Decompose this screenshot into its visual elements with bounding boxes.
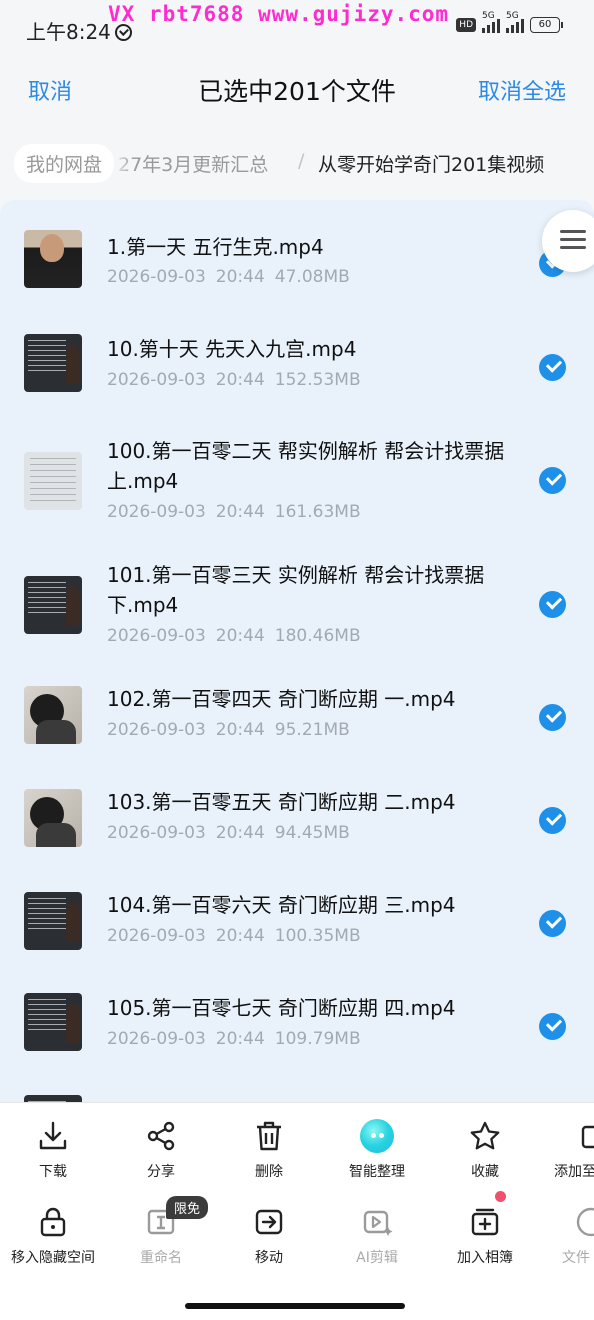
file-list: 1.第一天 五行生克.mp4 2026-09-03 20:44 47.08MB 10… — [0, 200, 594, 1102]
ai-clip-label: AI剪辑 — [356, 1250, 398, 1266]
file-row[interactable]: 100.第一百零二天 帮实例解析 帮会计找票据 上.mp4 2026-09-03… — [0, 436, 594, 526]
file-info-icon — [576, 1207, 594, 1237]
watermark-text: VX rbt7688 www.gujizy.com — [108, 2, 450, 26]
ai-clip-icon — [363, 1210, 393, 1236]
file-name: 100.第一百零二天 帮实例解析 帮会计找票据 上.mp4 — [107, 439, 505, 493]
file-name: 105.第一百零七天 奇门断应期 四.mp4 — [107, 996, 456, 1020]
add-to-label: 添加至 — [554, 1164, 594, 1180]
file-name: 103.第一百零五天 奇门断应期 二.mp4 — [107, 790, 456, 814]
file-name: 1.第一天 五行生克.mp4 — [107, 235, 324, 259]
file-name: 104.第一百零六天 奇门断应期 三.mp4 — [107, 893, 456, 917]
ai-organize-icon — [360, 1119, 394, 1153]
add-to-button[interactable]: 添加至 — [538, 1119, 594, 1181]
limited-free-badge: 限免 — [166, 1196, 209, 1219]
signal-icon: 5G — [482, 11, 500, 33]
move-button[interactable]: 移动 — [214, 1205, 324, 1267]
video-thumbnail — [24, 334, 82, 392]
delete-label: 删除 — [255, 1164, 283, 1180]
checked-icon[interactable] — [539, 591, 566, 618]
star-icon — [470, 1121, 500, 1150]
cancel-button[interactable]: 取消 — [28, 74, 72, 106]
file-row[interactable]: 105.第一百零七天 奇门断应期 四.mp4 2026-09-03 20:44 10… — [0, 993, 594, 1063]
dnd-icon — [114, 24, 132, 41]
video-thumbnail — [24, 892, 82, 950]
move-label: 移动 — [255, 1250, 283, 1266]
file-row[interactable]: 102.第一百零四天 奇门断应期 一.mp4 2026-09-03 20:44 95… — [0, 684, 594, 754]
video-thumbnail — [24, 230, 82, 288]
checked-icon[interactable] — [539, 704, 566, 731]
checked-icon[interactable] — [539, 807, 566, 834]
video-thumbnail — [24, 993, 82, 1051]
video-thumbnail — [24, 789, 82, 847]
clock-text: 上午8:24 — [26, 20, 111, 44]
add-to-album-button[interactable]: 加入相簿 — [430, 1205, 540, 1267]
signal-icon: 5G — [506, 11, 524, 33]
add-to-icon — [581, 1125, 594, 1149]
hd-icon: HD — [456, 18, 476, 32]
video-thumbnail — [24, 1095, 82, 1102]
hidden-space-label: 移入隐藏空间 — [11, 1250, 95, 1266]
file-meta: 2026-09-03 20:44 94.45MB — [107, 823, 350, 843]
checked-icon[interactable] — [539, 1013, 566, 1040]
file-meta: 2026-09-03 20:44 180.46MB — [107, 626, 361, 646]
file-meta: 2026-09-03 20:44 161.63MB — [107, 502, 361, 522]
status-icons: HD 5G 5G 60 — [456, 11, 563, 33]
share-button[interactable]: 分享 — [106, 1119, 216, 1181]
action-panel: 下载 分享 删除 智能整理 收藏 添加至 移入隐藏空间 重命名 移动 AI剪辑 — [0, 1102, 594, 1320]
file-row[interactable]: 103.第一百零五天 奇门断应期 二.mp4 2026-09-03 20:44 94… — [0, 787, 594, 857]
checked-icon[interactable] — [539, 354, 566, 381]
file-meta: 2026-09-03 20:44 152.53MB — [107, 370, 361, 390]
move-icon — [255, 1209, 283, 1235]
file-meta: 2026-09-03 20:44 95.21MB — [107, 720, 350, 740]
home-indicator[interactable] — [185, 1303, 405, 1309]
file-row[interactable]: 104.第一百零六天 奇门断应期 三.mp4 2026-09-03 20:44 10… — [0, 890, 594, 960]
favorite-button[interactable]: 收藏 — [430, 1119, 540, 1181]
add-to-album-label: 加入相簿 — [457, 1250, 513, 1266]
download-button[interactable]: 下载 — [0, 1119, 108, 1181]
breadcrumb-separator: / — [298, 150, 305, 172]
status-bar: 上午8:24 VX rbt7688 www.gujizy.com HD 5G 5… — [0, 0, 594, 56]
rename-label: 重命名 — [140, 1250, 182, 1266]
file-meta: 2026-09-03 20:44 109.79MB — [107, 1029, 361, 1049]
breadcrumb-current: 从零开始学奇门201集视频 — [318, 154, 545, 176]
file-name: 101.第一百零三天 实例解析 帮会计找票据下.mp4 — [107, 563, 485, 617]
file-row[interactable]: 1.第一天 五行生克.mp4 2026-09-03 20:44 47.08MB — [0, 230, 594, 300]
checked-icon[interactable] — [539, 910, 566, 937]
file-info-button[interactable]: 文件 — [538, 1205, 594, 1267]
breadcrumb: 27年3月更新汇总 / 从零开始学奇门201集视频 我的网盘 — [0, 140, 594, 188]
battery-icon: 60 — [530, 17, 563, 33]
file-meta: 2026-09-03 20:44 47.08MB — [107, 267, 350, 287]
file-meta: 2026-09-03 20:44 100.35MB — [107, 926, 361, 946]
favorite-label: 收藏 — [471, 1164, 499, 1180]
smart-organize-label: 智能整理 — [349, 1164, 405, 1180]
selection-header: 已选中201个文件 取消 取消全选 — [0, 56, 594, 120]
checked-icon[interactable] — [539, 467, 566, 494]
breadcrumb-root[interactable]: 我的网盘 — [14, 144, 115, 183]
smart-organize-button[interactable]: 智能整理 — [322, 1119, 432, 1181]
lock-icon — [40, 1207, 66, 1237]
download-icon — [39, 1121, 67, 1150]
share-label: 分享 — [147, 1164, 175, 1180]
ai-clip-button[interactable]: AI剪辑 — [322, 1205, 432, 1267]
deselect-all-button[interactable]: 取消全选 — [478, 74, 566, 106]
album-add-icon — [471, 1208, 499, 1236]
delete-button[interactable]: 删除 — [214, 1119, 324, 1181]
file-row[interactable]: 101.第一百零三天 实例解析 帮会计找票据下.mp4 2026-09-03 20… — [0, 560, 594, 650]
breadcrumb-folder[interactable]: 27年3月更新汇总 — [118, 150, 268, 177]
notification-dot — [495, 1191, 506, 1202]
video-thumbnail — [24, 686, 82, 744]
video-thumbnail — [24, 452, 82, 510]
file-name: 102.第一百零四天 奇门断应期 一.mp4 — [107, 687, 456, 711]
file-name: 10.第十天 先天入九宫.mp4 — [107, 337, 357, 361]
file-info-label: 文件 — [562, 1250, 590, 1266]
move-to-hidden-space-button[interactable]: 移入隐藏空间 — [0, 1205, 108, 1267]
trash-icon — [257, 1121, 281, 1151]
share-icon — [147, 1121, 175, 1151]
download-label: 下载 — [39, 1164, 67, 1180]
video-thumbnail — [24, 576, 82, 634]
file-row[interactable]: 10.第十天 先天入九宫.mp4 2026-09-03 20:44 152.53MB — [0, 334, 594, 404]
